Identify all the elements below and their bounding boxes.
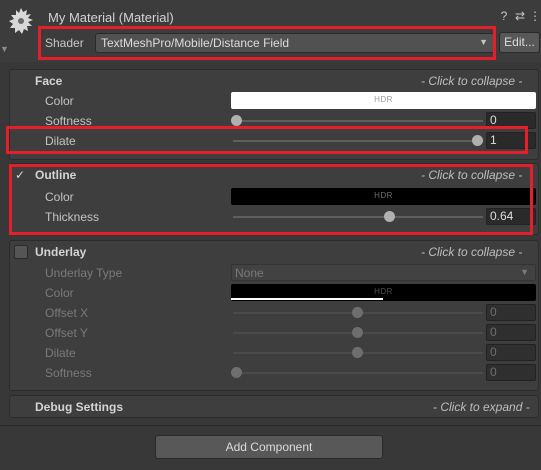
underlay-softness-field[interactable]: 0 <box>486 364 536 381</box>
outline-highlight-box <box>9 164 533 235</box>
face-section-title[interactable]: Face <box>35 74 62 88</box>
underlay-offset-y-knob[interactable] <box>352 327 363 338</box>
dilate-highlight-box <box>6 126 528 154</box>
debug-expand-hint[interactable]: - Click to expand - <box>433 400 530 414</box>
underlay-collapse-hint[interactable]: - Click to collapse - <box>421 245 522 259</box>
face-color-hdr: HDR <box>374 95 393 104</box>
underlay-color-hdr: HDR <box>374 287 393 296</box>
underlay-dilate-label: Dilate <box>45 346 76 360</box>
underlay-offset-x-field[interactable]: 0 <box>486 304 536 321</box>
underlay-color-label: Color <box>45 286 74 300</box>
underlay-softness-knob[interactable] <box>231 367 242 378</box>
underlay-offset-y-field[interactable]: 0 <box>486 324 536 341</box>
underlay-type-value: None <box>235 266 264 280</box>
face-color-label: Color <box>45 94 74 108</box>
underlay-dilate-knob[interactable] <box>352 347 363 358</box>
edit-shader-button[interactable]: Edit... <box>499 32 540 53</box>
face-collapse-hint[interactable]: - Click to collapse - <box>421 74 522 88</box>
dropdown-arrow-icon: ▼ <box>520 267 529 277</box>
divider <box>0 425 541 426</box>
help-icon[interactable]: ? <box>497 9 511 23</box>
material-shader-icon <box>6 6 36 40</box>
add-component-button[interactable]: Add Component <box>155 435 383 459</box>
underlay-type-dropdown[interactable]: None ▼ <box>231 264 536 281</box>
underlay-offset-x-knob[interactable] <box>352 307 363 318</box>
face-color-field[interactable]: HDR <box>231 92 536 109</box>
underlay-alpha-bar <box>231 298 383 300</box>
underlay-dilate-field[interactable]: 0 <box>486 344 536 361</box>
foldout-arrow-icon[interactable]: ▼ <box>0 44 9 54</box>
underlay-offset-y-label: Offset Y <box>45 326 88 340</box>
shader-highlight-box <box>38 26 496 60</box>
preset-settings-icon[interactable]: ⇄ <box>513 9 527 23</box>
underlay-softness-label: Softness <box>45 366 92 380</box>
underlay-section-title[interactable]: Underlay <box>35 245 86 259</box>
kebab-menu-icon[interactable]: ⋮ <box>528 9 541 23</box>
face-softness-knob[interactable] <box>231 115 242 126</box>
face-softness-slider[interactable] <box>233 120 483 122</box>
underlay-color-field[interactable]: HDR <box>231 284 536 301</box>
debug-section-title[interactable]: Debug Settings <box>35 400 123 414</box>
underlay-type-label: Underlay Type <box>45 266 123 280</box>
underlay-toggle-checkbox[interactable] <box>14 245 28 259</box>
underlay-offset-x-label: Offset X <box>45 306 89 320</box>
underlay-softness-slider[interactable] <box>233 372 483 374</box>
material-title: My Material (Material) <box>48 10 174 25</box>
